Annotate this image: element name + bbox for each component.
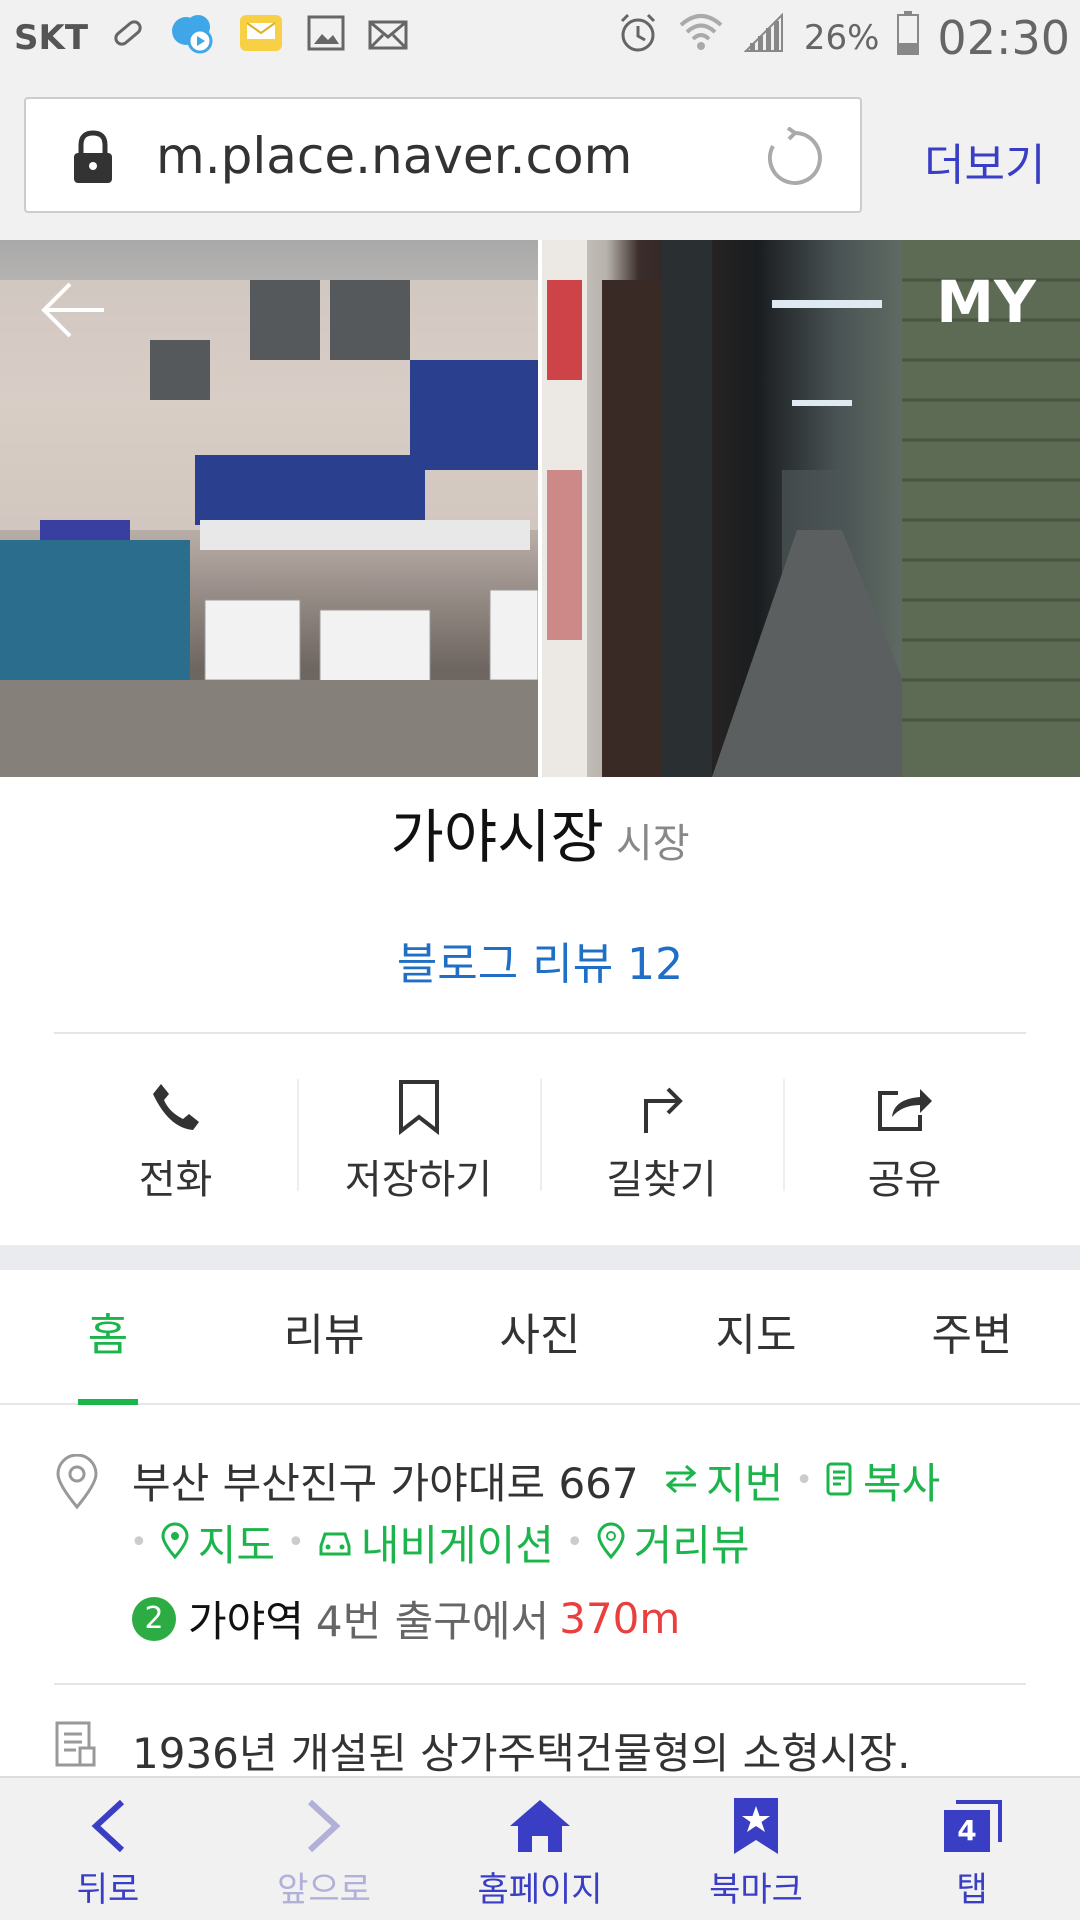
status-bar: SKT 26% 02:30 [0,0,1080,75]
blog-review-link[interactable]: 블로그 리뷰 12 [0,928,1080,992]
reload-icon[interactable] [764,126,826,193]
divider [54,1683,1026,1685]
alarm-icon [616,11,660,64]
bookmark-icon [297,1075,540,1139]
address-text: 부산 부산진구 가야대로 667 [132,1459,639,1508]
copy-link[interactable]: 복사 [863,1450,940,1511]
document-icon [54,1720,98,1772]
car-icon [317,1524,353,1562]
address-links-2: • 지도 • 내비게이션 • 거리뷰 [130,1512,750,1573]
nav-back-label: 뒤로 [76,1870,140,1910]
tab-home[interactable]: 홈 [0,1270,216,1403]
browser-toolbar: m.place.naver.com 더보기 [0,75,1080,240]
message-icon [238,13,284,62]
separator-dot: • [565,1525,584,1560]
street-view-link[interactable]: 거리뷰 [634,1512,750,1573]
save-button[interactable]: 저장하기 [297,1075,540,1203]
nav-tabs[interactable]: 4 탭 [864,1778,1080,1920]
tab-bar: 홈 리뷰 사진 지도 주변 [0,1270,1080,1405]
subway-info: 2 가야역 4번 출구에서 370m [132,1588,680,1649]
map-link[interactable]: 지도 [198,1512,275,1573]
tab-count: 4 [957,1814,977,1847]
nav-homepage[interactable]: 홈페이지 [432,1778,648,1920]
street-view-icon [596,1522,626,1564]
signal-icon [742,12,786,62]
nav-tabs-label: 탭 [956,1870,988,1910]
tab-map[interactable]: 지도 [648,1270,864,1403]
station-name: 가야역 [188,1597,304,1646]
call-label: 전화 [138,1157,213,1203]
share-label: 공유 [867,1157,942,1203]
share-button[interactable]: 공유 [783,1075,1026,1203]
action-bar: 전화 저장하기 길찾기 공유 [54,1075,1026,1203]
nav-forward[interactable]: 앞으로 [216,1778,432,1920]
photo-gallery[interactable]: MY [0,240,1080,777]
nav-homepage-label: 홈페이지 [477,1870,603,1910]
section-separator [0,1245,1080,1270]
forward-icon [216,1790,432,1862]
nav-bookmark-label: 북마크 [709,1870,803,1910]
nav-forward-label: 앞으로 [277,1870,371,1910]
wifi-icon [678,11,724,64]
tab-nearby[interactable]: 주변 [864,1270,1080,1403]
directions-label: 길찾기 [606,1157,717,1203]
directions-button[interactable]: 길찾기 [540,1075,783,1203]
more-button[interactable]: 더보기 [924,129,1045,193]
battery-icon [897,11,920,64]
separator-dot: • [795,1463,813,1498]
save-label: 저장하기 [344,1157,493,1203]
share-icon [783,1075,1026,1139]
place-header: 가야시장 시장 [0,790,1080,874]
pill-icon [110,15,146,60]
subway-line-badge: 2 [132,1596,176,1641]
location-pin-icon [54,1453,100,1514]
station-distance: 370m [559,1594,681,1643]
image-icon [306,14,346,61]
map-pin-icon [160,1522,190,1564]
address-links: 지번 • 복사 [664,1450,940,1511]
divider [54,1032,1026,1034]
address-bar[interactable]: m.place.naver.com [24,97,862,213]
url-text[interactable]: m.place.naver.com [156,127,632,185]
my-button[interactable]: MY [936,268,1036,336]
lot-number-link[interactable]: 지번 [706,1450,783,1511]
clock: 02:30 [937,10,1070,65]
battery-percent: 26% [803,17,880,58]
navigation-link[interactable]: 내비게이션 [361,1512,554,1573]
back-icon [0,1790,216,1862]
nav-back[interactable]: 뒤로 [0,1778,216,1920]
place-name: 가야시장 [390,803,604,871]
carrier-label: SKT [14,17,89,58]
call-button[interactable]: 전화 [54,1075,297,1203]
lock-icon [68,129,118,189]
mail-icon [368,16,408,60]
home-icon [432,1790,648,1862]
phone-icon [54,1075,297,1139]
tabs-icon: 4 [864,1790,1080,1862]
copy-icon [825,1461,855,1501]
bookmark-star-icon [648,1790,864,1862]
station-exit: 4번 출구에서 [315,1597,550,1646]
directions-icon [540,1075,783,1139]
cloud-play-icon [168,11,216,64]
description-text: 1936년 개설된 상가주택건물형의 소형시장. [132,1729,911,1778]
separator-dot: • [286,1525,305,1560]
tab-photo[interactable]: 사진 [432,1270,648,1403]
separator-dot: • [130,1525,148,1560]
swap-icon [664,1464,698,1498]
back-arrow-icon[interactable] [40,280,106,344]
browser-bottom-nav: 뒤로 앞으로 홈페이지 북마크 4 탭 [0,1776,1080,1920]
tab-review[interactable]: 리뷰 [216,1270,432,1403]
nav-bookmark[interactable]: 북마크 [648,1778,864,1920]
place-category: 시장 [615,821,690,867]
